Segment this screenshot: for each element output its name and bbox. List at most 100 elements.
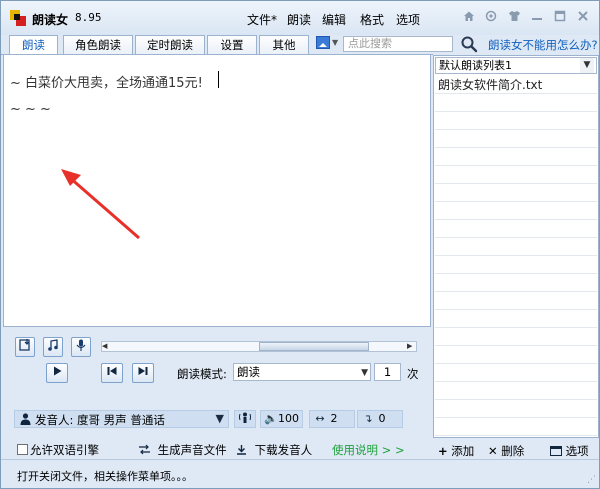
chevron-down-icon[interactable]: ▼ xyxy=(216,412,224,425)
status-bar: 打开关闭文件，相关操作菜单项。。。 ⋰ xyxy=(1,459,599,488)
playlist-row-line xyxy=(435,273,597,274)
microphone-icon[interactable] xyxy=(71,337,91,357)
chevron-down-icon[interactable]: ▼ xyxy=(332,38,338,47)
read-mode-value: 朗读 xyxy=(237,365,260,379)
search-input[interactable] xyxy=(343,36,453,52)
volume-icon: 🔈 xyxy=(264,412,278,425)
text-caret xyxy=(218,71,219,88)
app-logo-icon xyxy=(10,10,26,26)
playlist-row-line xyxy=(435,111,597,112)
window-icon xyxy=(550,446,562,456)
music-note-icon[interactable] xyxy=(43,337,63,357)
read-mode-select[interactable]: 朗读 ▼ xyxy=(233,363,371,381)
help-link[interactable]: 朗读女不能用怎么办? xyxy=(488,37,598,53)
menu-file[interactable]: 文件* xyxy=(247,11,277,28)
options-label: 选项 xyxy=(565,444,589,458)
generate-audio-button[interactable]: 生成声音文件 xyxy=(138,442,227,458)
editor-line-2: ~ ~ ~ xyxy=(10,102,51,117)
menu-edit[interactable]: 编辑 xyxy=(322,11,346,28)
playlist-row-line xyxy=(435,345,597,346)
download-voice-button[interactable]: 下载发音人 xyxy=(236,442,312,458)
playlist-row-line xyxy=(435,93,597,94)
maximize-icon[interactable] xyxy=(552,10,568,26)
open-document-icon[interactable] xyxy=(15,337,35,357)
previous-button[interactable] xyxy=(101,363,123,383)
add-button[interactable]: + 添加 xyxy=(438,443,474,459)
repeat-count-input[interactable]: 1 xyxy=(374,363,401,381)
search-icon[interactable] xyxy=(460,35,478,53)
shirt-icon[interactable] xyxy=(506,10,522,26)
speaker-settings-button[interactable] xyxy=(234,410,256,428)
volume-value: 100 xyxy=(278,412,299,425)
menu-format[interactable]: 格式 xyxy=(360,11,384,28)
seek-slider[interactable] xyxy=(101,341,417,352)
volume-control[interactable]: 🔈100 xyxy=(260,410,303,428)
usage-guide-link[interactable]: 使用说明 > > xyxy=(332,442,405,458)
chevron-down-icon[interactable]: ▼ xyxy=(580,58,594,73)
pitch-icon: ↴ xyxy=(363,412,373,425)
bilingual-engine-label: 允许双语引擎 xyxy=(30,443,99,457)
tab-bar: 朗读 角色朗读 定时朗读 设置 其他 ▼ 朗读女不能用怎么办? xyxy=(1,35,599,56)
tab-settings-label: 设置 xyxy=(220,38,244,52)
menu-options[interactable]: 选项 xyxy=(396,11,420,28)
playlist-row-line xyxy=(435,165,597,166)
speed-control[interactable]: ↔ 2 xyxy=(309,410,355,428)
resize-grip-icon[interactable]: ⋰ xyxy=(587,475,596,485)
playlist-row-line xyxy=(435,399,597,400)
tab-other[interactable]: 其他 xyxy=(259,35,309,55)
playlist-select[interactable]: 默认朗读列表1 ▼ xyxy=(435,57,597,74)
playlist-row-line xyxy=(435,309,597,310)
next-button[interactable] xyxy=(132,363,154,383)
picture-icon[interactable] xyxy=(316,36,330,49)
home-icon[interactable] xyxy=(461,10,477,26)
playlist-row-line xyxy=(435,417,597,418)
minimize-icon[interactable] xyxy=(529,10,545,26)
app-version: 8.95 xyxy=(75,11,102,24)
close-icon[interactable] xyxy=(575,10,591,26)
playlist-row-line xyxy=(435,255,597,256)
options-button[interactable]: 选项 xyxy=(550,443,589,459)
add-label: 添加 xyxy=(451,444,475,458)
generate-audio-label: 生成声音文件 xyxy=(157,443,227,457)
playlist-row-line xyxy=(435,201,597,202)
playlist-row-line xyxy=(435,363,597,364)
download-voice-label: 下载发音人 xyxy=(254,443,313,457)
playlist-panel: 默认朗读列表1 ▼ 朗读女软件简介.txt xyxy=(433,55,599,438)
chevron-down-icon[interactable]: ▼ xyxy=(361,365,368,381)
seek-slider-thumb[interactable] xyxy=(259,342,369,351)
playlist-row-line xyxy=(435,183,597,184)
convert-icon xyxy=(139,444,150,455)
tab-timed-read[interactable]: 定时朗读 xyxy=(135,35,205,55)
playlist-row-line xyxy=(435,147,597,148)
tab-settings[interactable]: 设置 xyxy=(207,35,257,55)
text-editor[interactable]: ~ 白菜价大甩卖，全场通通15元! ~ ~ ~ xyxy=(3,55,431,327)
playlist-item[interactable]: 朗读女软件简介.txt xyxy=(438,76,542,93)
delete-label: 删除 xyxy=(501,444,525,458)
main-window: 朗读女 8.95 文件* 朗读 编辑 格式 选项 朗读 角色朗读 定时朗读 设置… xyxy=(0,0,600,489)
chevron-right-icon[interactable]: ▶ xyxy=(407,342,416,351)
status-text: 打开关闭文件，相关操作菜单项。。。 xyxy=(17,470,193,483)
read-mode-label: 朗读模式: xyxy=(177,367,227,381)
speed-arrows-icon: ↔ xyxy=(315,412,325,425)
playlist-row-line xyxy=(435,291,597,292)
pitch-control[interactable]: ↴ 0 xyxy=(357,410,403,428)
chevron-left-icon[interactable]: ◀ xyxy=(102,342,111,351)
menu-read[interactable]: 朗读 xyxy=(287,11,311,28)
speed-value: 2 xyxy=(330,412,338,425)
play-button[interactable] xyxy=(46,363,68,383)
delete-button[interactable]: ✕ 删除 xyxy=(488,443,524,459)
download-icon xyxy=(237,445,246,455)
person-icon xyxy=(20,413,31,425)
tab-read[interactable]: 朗读 xyxy=(9,35,58,56)
bilingual-engine-checkbox[interactable] xyxy=(17,444,28,455)
app-title: 朗读女 xyxy=(32,13,69,27)
speaker-select[interactable]: 发音人: 度哥 男声 普通话 ▼ xyxy=(14,410,229,428)
tab-role-read-label: 角色朗读 xyxy=(75,38,121,52)
close-icon: ✕ xyxy=(488,444,498,458)
editor-line-1: ~ 白菜价大甩卖，全场通通15元! xyxy=(10,76,207,91)
tab-role-read[interactable]: 角色朗读 xyxy=(63,35,133,55)
playlist-row-line xyxy=(435,435,597,436)
playlist-select-value: 默认朗读列表1 xyxy=(439,59,512,72)
tab-other-label: 其他 xyxy=(272,38,296,52)
settings-icon[interactable] xyxy=(483,10,499,26)
